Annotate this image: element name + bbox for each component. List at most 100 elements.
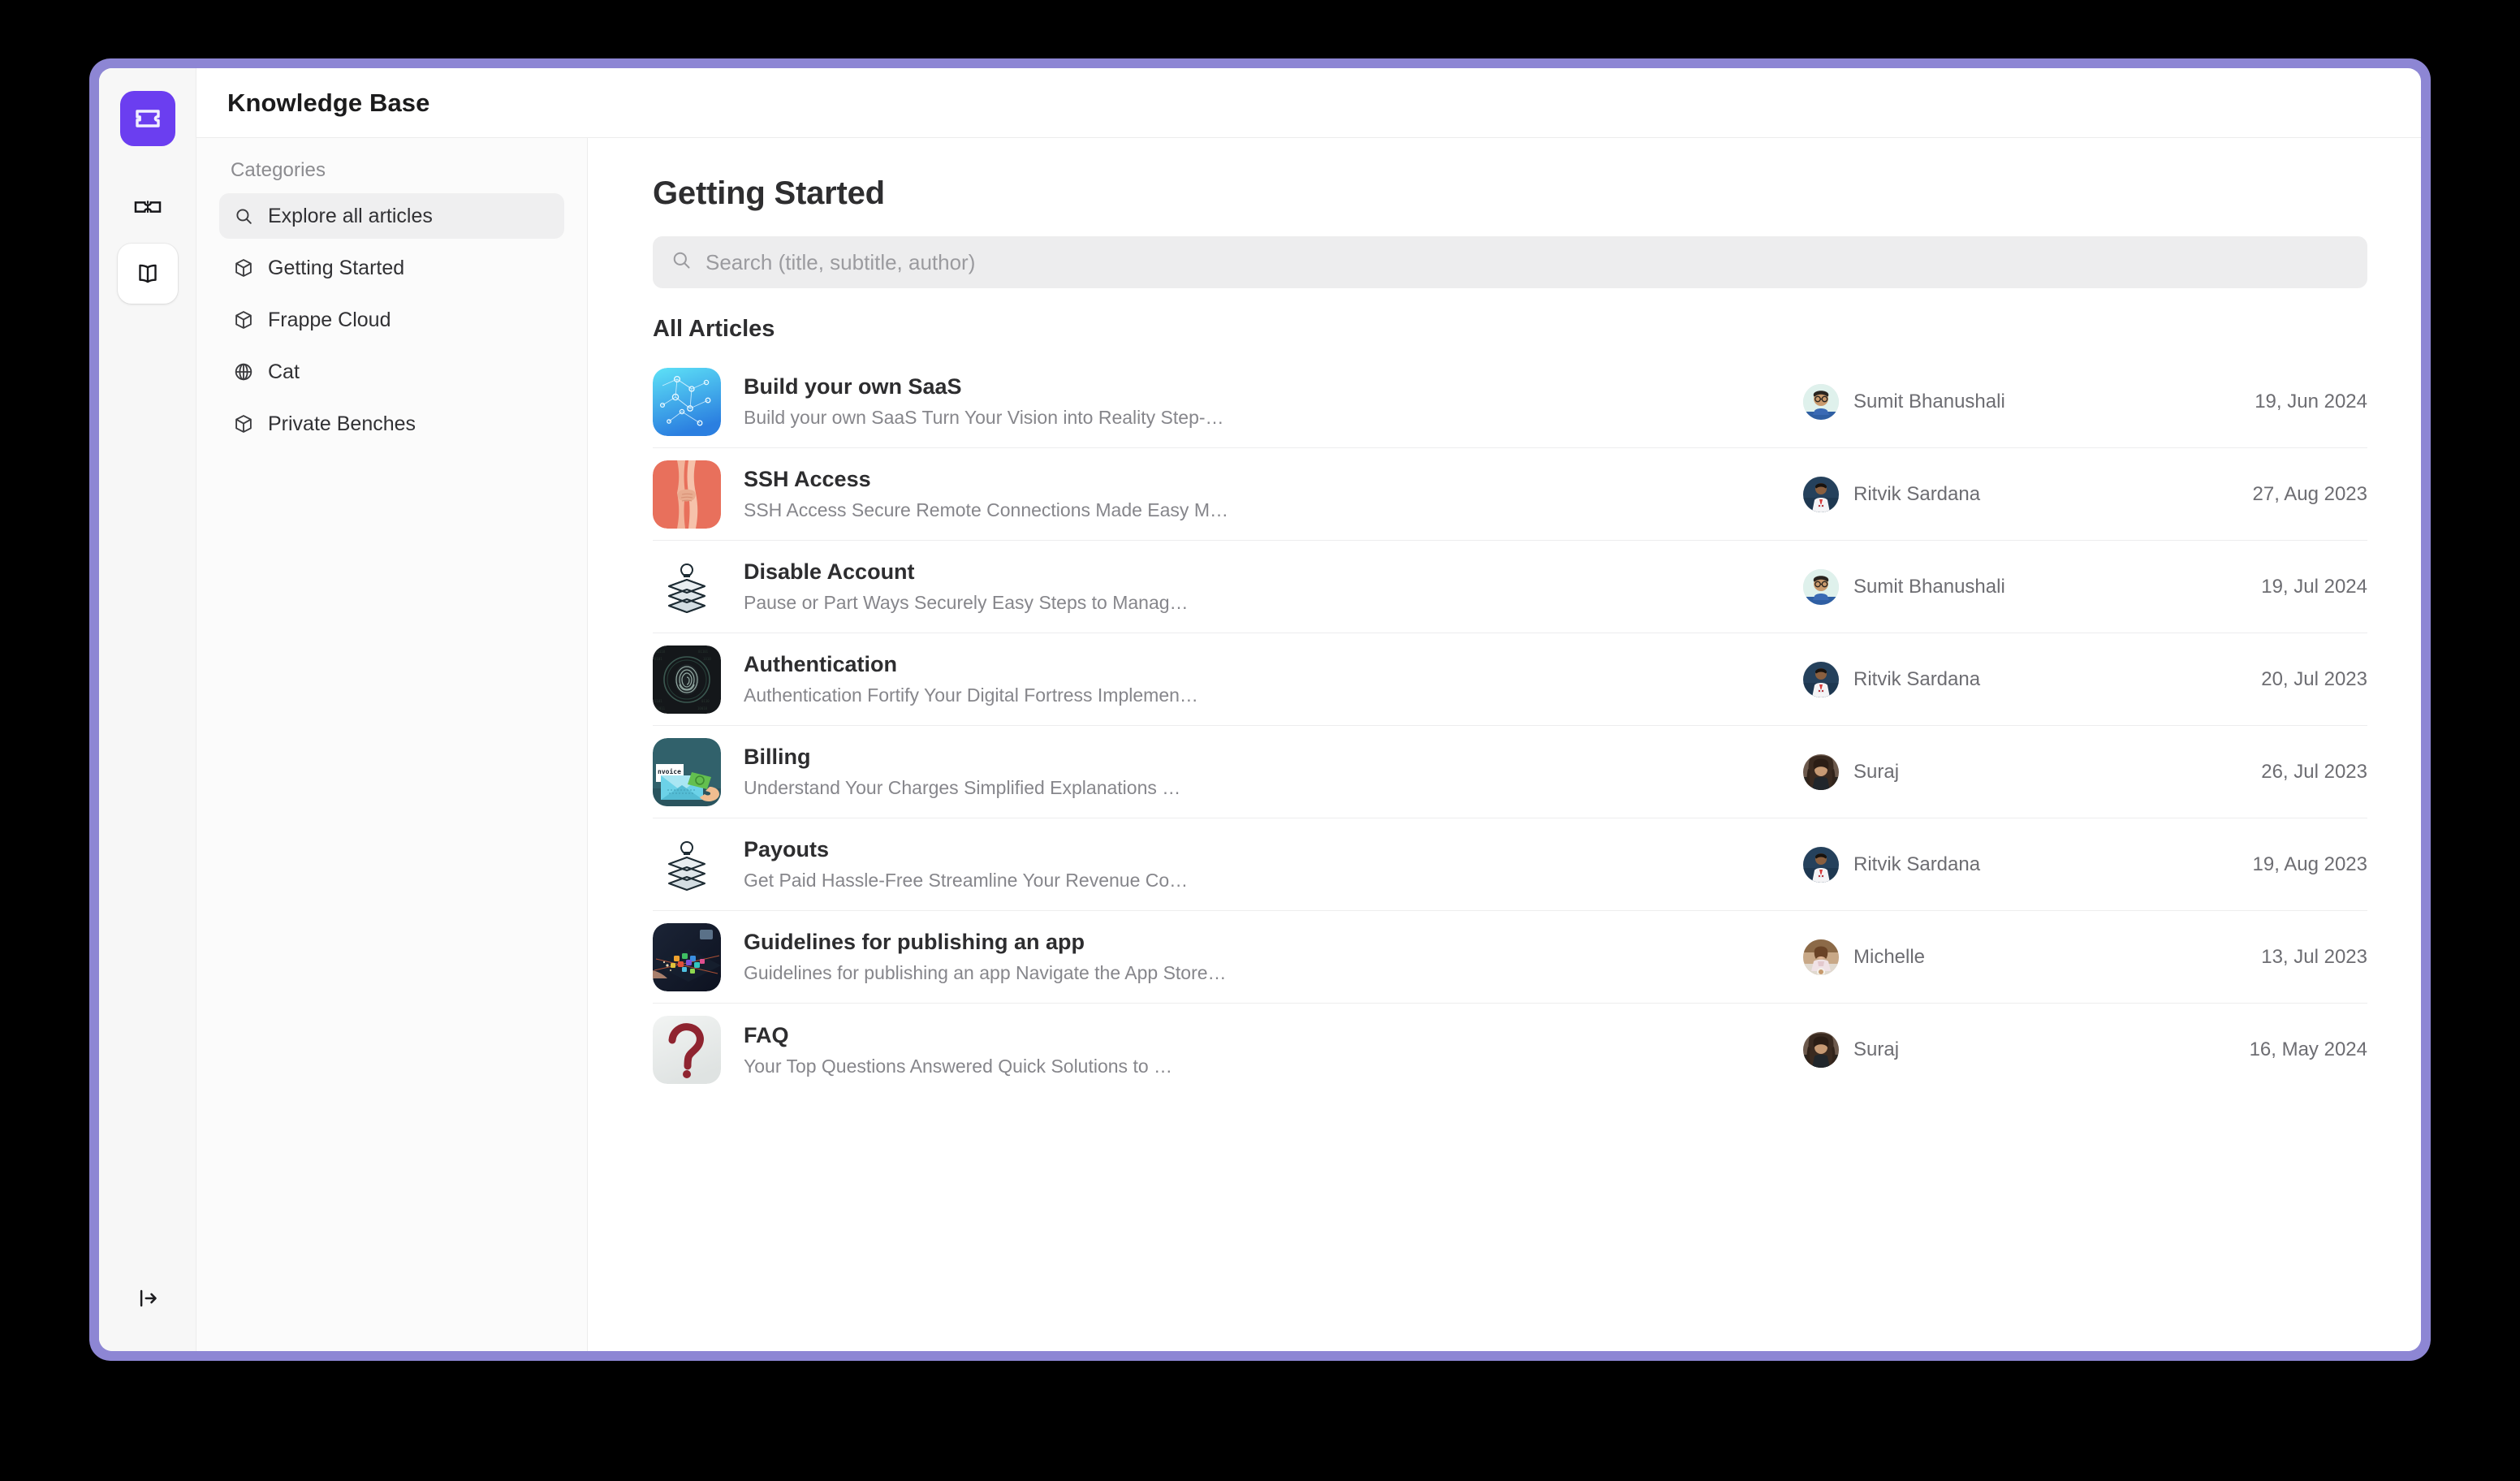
author-name: Ritvik Sardana xyxy=(1853,482,1981,505)
article-thumbnail-books-lightbulb-white xyxy=(653,552,721,621)
sidebar-item-explore-all-articles[interactable]: Explore all articles xyxy=(219,193,564,239)
article-date: 19, Jul 2024 xyxy=(2261,575,2367,598)
article-text: FAQ Your Top Questions Answered Quick So… xyxy=(744,1023,1803,1077)
table-row[interactable]: Guidelines for publishing an app Guideli… xyxy=(653,911,2367,1004)
article-date: 19, Jun 2024 xyxy=(2255,390,2367,412)
article-date: 13, Jul 2023 xyxy=(2261,945,2367,968)
sidebar-item-cat[interactable]: Cat xyxy=(219,349,564,395)
page-title: Getting Started xyxy=(653,175,885,211)
article-thumbnail-handshake-red xyxy=(653,460,721,529)
svg-text:10010: 10010 xyxy=(697,706,708,710)
cube-icon xyxy=(232,309,255,331)
article-thumbnail-app-icons-dark xyxy=(653,922,721,991)
article-title: Disable Account xyxy=(744,559,915,584)
table-row[interactable]: SSH Access SSH Access Secure Remote Conn… xyxy=(653,448,2367,541)
table-row[interactable]: FAQ Your Top Questions Answered Quick So… xyxy=(653,1004,2367,1096)
article-title: Billing xyxy=(744,745,811,769)
sidebar-item-tickets[interactable] xyxy=(118,177,178,237)
article-subtitle: SSH Access Secure Remote Connections Mad… xyxy=(744,499,1228,520)
logout-icon[interactable] xyxy=(118,1268,178,1328)
articles-list: Build your own SaaS Build your own SaaS … xyxy=(653,356,2367,1096)
section-heading-all-articles: All Articles xyxy=(653,316,775,342)
svg-text:01011: 01011 xyxy=(655,706,666,710)
article-title: Guidelines for publishing an app xyxy=(744,930,1085,954)
table-row[interactable]: Payouts Get Paid Hassle-Free Streamline … xyxy=(653,818,2367,911)
article-text: Disable Account Pause or Part Ways Secur… xyxy=(744,559,1803,614)
app-window: Knowledge Base Categories Explore all ar… xyxy=(99,68,2421,1351)
sidebar-item-label: Frappe Cloud xyxy=(268,308,391,331)
article-text: Guidelines for publishing an app Guideli… xyxy=(744,930,1803,984)
svg-text:1010: 1010 xyxy=(703,657,711,661)
article-author: Sumit Bhanushali xyxy=(1803,568,2193,605)
table-row[interactable]: Build your own SaaS Build your own SaaS … xyxy=(653,356,2367,448)
page-app-title: Knowledge Base xyxy=(227,88,430,117)
table-row[interactable]: nvoice Billing Understand Your Charges S… xyxy=(653,726,2367,818)
window-body: Knowledge Base Categories Explore all ar… xyxy=(196,68,2421,1351)
article-subtitle: Guidelines for publishing an app Navigat… xyxy=(744,962,1227,983)
cube-icon xyxy=(232,257,255,279)
article-date: 26, Jul 2023 xyxy=(2261,760,2367,783)
window-frame: Knowledge Base Categories Explore all ar… xyxy=(89,58,2431,1361)
search-input[interactable] xyxy=(706,249,2350,275)
avatar xyxy=(1803,753,1839,790)
article-title: Build your own SaaS xyxy=(744,374,962,399)
article-author: Michelle xyxy=(1803,939,2193,975)
sidebar-item-getting-started[interactable]: Getting Started xyxy=(219,245,564,291)
author-name: Ritvik Sardana xyxy=(1853,667,1981,690)
main-split: Categories Explore all articles Getting … xyxy=(196,138,2421,1351)
author-name: Michelle xyxy=(1853,945,1926,968)
article-text: Authentication Authentication Fortify Yo… xyxy=(744,652,1803,706)
globe-icon xyxy=(232,361,255,383)
sidebar-item-label: Getting Started xyxy=(268,256,405,279)
article-date: 27, Aug 2023 xyxy=(2252,482,2367,505)
avatar xyxy=(1803,383,1839,420)
avatar xyxy=(1803,939,1839,975)
article-text: Payouts Get Paid Hassle-Free Streamline … xyxy=(744,837,1803,892)
article-subtitle: Your Top Questions Answered Quick Soluti… xyxy=(744,1055,1173,1077)
article-author: Suraj xyxy=(1803,753,2193,790)
article-title: SSH Access xyxy=(744,467,871,491)
article-thumbnail-question-mark-red xyxy=(653,1016,721,1084)
titlebar: Knowledge Base xyxy=(196,68,2421,138)
search-bar[interactable] xyxy=(653,236,2367,288)
article-date: 20, Jul 2023 xyxy=(2261,667,2367,690)
svg-text:nvoice: nvoice xyxy=(658,767,681,775)
article-subtitle: Pause or Part Ways Securely Easy Steps t… xyxy=(744,592,1189,613)
author-name: Suraj xyxy=(1853,1038,1900,1060)
frappe-helpdesk-logo[interactable] xyxy=(119,91,175,146)
article-author: Sumit Bhanushali xyxy=(1803,383,2193,420)
author-name: Sumit Bhanushali xyxy=(1853,390,2005,412)
avatar xyxy=(1803,476,1839,512)
author-name: Ritvik Sardana xyxy=(1853,853,1981,875)
svg-text:0110: 0110 xyxy=(701,699,710,703)
svg-text:1101: 1101 xyxy=(654,699,662,703)
article-date: 16, May 2024 xyxy=(2249,1038,2367,1060)
sidebar-item-label: Cat xyxy=(268,360,300,383)
article-subtitle: Build your own SaaS Turn Your Vision int… xyxy=(744,407,1224,428)
article-subtitle: Get Paid Hassle-Free Streamline Your Rev… xyxy=(744,870,1189,891)
article-title: Authentication xyxy=(744,652,897,676)
categories-sidebar: Categories Explore all articles Getting … xyxy=(196,138,588,1351)
article-date: 19, Aug 2023 xyxy=(2252,853,2367,875)
table-row[interactable]: Disable Account Pause or Part Ways Secur… xyxy=(653,541,2367,633)
table-row[interactable]: 10110 01101 0101 1010 1101 0110 01011 10010 xyxy=(653,633,2367,726)
author-name: Suraj xyxy=(1853,760,1900,783)
cube-icon xyxy=(232,412,255,435)
sidebar-item-frappe-cloud[interactable]: Frappe Cloud xyxy=(219,297,564,343)
article-thumbnail-fingerprint-dark: 10110 01101 0101 1010 1101 0110 01011 10010 xyxy=(653,645,721,714)
sidebar-item-knowledge-base[interactable] xyxy=(117,244,178,304)
article-text: Billing Understand Your Charges Simplifi… xyxy=(744,745,1803,799)
article-author: Suraj xyxy=(1803,1032,2193,1068)
article-thumbnail-invoice-envelope-teal: nvoice xyxy=(653,737,721,806)
avatar xyxy=(1803,568,1839,605)
avatar xyxy=(1803,846,1839,883)
sidebar-item-label: Explore all articles xyxy=(268,204,433,227)
avatar xyxy=(1803,661,1839,697)
svg-text:01101: 01101 xyxy=(698,650,709,654)
icon-rail xyxy=(99,68,196,1351)
sidebar-item-private-benches[interactable]: Private Benches xyxy=(219,401,564,447)
sidebar-item-label: Private Benches xyxy=(268,412,416,435)
article-thumbnail-books-lightbulb-white xyxy=(653,830,721,899)
svg-text:0101: 0101 xyxy=(654,657,662,661)
article-text: SSH Access SSH Access Secure Remote Conn… xyxy=(744,467,1803,521)
